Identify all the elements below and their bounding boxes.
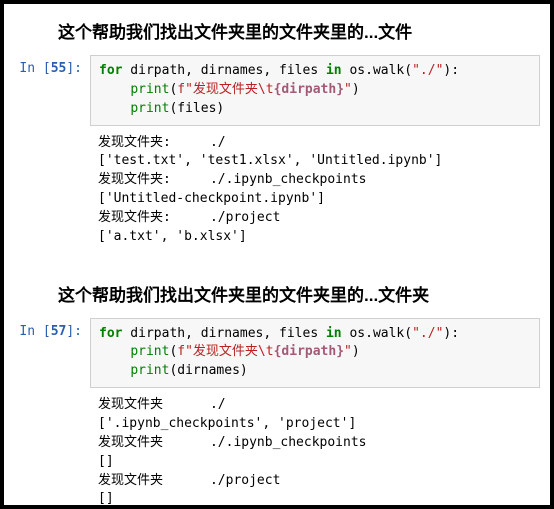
print1: print [130,82,169,97]
p1close: ) [352,82,360,97]
fstr2: f"发现文件夹\t [177,344,273,359]
p1close-2: ) [352,344,360,359]
indent2 [99,101,130,116]
kw-for-2: for [99,326,122,341]
interp1: {dirpath} [274,82,344,97]
interp2: {dirpath} [274,344,344,359]
gap [14,251,540,275]
kw-in-2: in [326,326,342,341]
path-str: "./" [412,63,443,78]
section1-title: 这个帮助我们找出文件夹里的文件夹里的...文件 [58,18,540,43]
print2-2: print [130,363,169,378]
in-number: 55 [51,61,67,76]
fstr2c: " [344,344,352,359]
code-cell-2: In [57]: for dirpath, dirnames, files in… [14,318,540,389]
in-close-2: ]: [66,324,82,339]
vars-2: dirpath, dirnames, files [122,326,326,341]
indent2-2 [99,363,130,378]
p2arg-2: (dirnames) [169,363,247,378]
code-area-1[interactable]: for dirpath, dirnames, files in os.walk(… [90,55,540,126]
vars: dirpath, dirnames, files [122,63,326,78]
output-area-1: 发现文件夹: ./ ['test.txt', 'test1.xlsx', 'Un… [90,126,540,251]
os-walk: os.walk( [342,63,412,78]
section2-title: 这个帮助我们找出文件夹里的文件夹里的...文件夹 [58,281,540,306]
code-area-2[interactable]: for dirpath, dirnames, files in os.walk(… [90,318,540,389]
output-gutter-2: . [14,388,90,509]
in-prompt-2: In [57]: [14,318,90,389]
fstr1: f"发现文件夹\t [177,82,273,97]
in-close: ]: [66,61,82,76]
in-prompt-1: In [55]: [14,55,90,126]
page-frame: 这个帮助我们找出文件夹里的文件夹里的...文件 In [55]: for dir… [0,0,554,509]
close: ): [443,63,459,78]
path-str-2: "./" [412,326,443,341]
output-gutter-1: . [14,126,90,251]
kw-in: in [326,63,342,78]
fstr1c: " [344,82,352,97]
os-walk-2: os.walk( [342,326,412,341]
in-label-2: In [ [19,324,50,339]
indent1 [99,82,130,97]
output-row-1: . 发现文件夹: ./ ['test.txt', 'test1.xlsx', '… [14,126,540,251]
code-cell-1: In [55]: for dirpath, dirnames, files in… [14,55,540,126]
output-row-2: . 发现文件夹 ./ ['.ipynb_checkpoints', 'proje… [14,388,540,509]
print2: print [130,101,169,116]
output-area-2: 发现文件夹 ./ ['.ipynb_checkpoints', 'project… [90,388,540,509]
p2arg: (files) [169,101,224,116]
in-number-2: 57 [51,324,67,339]
indent1-2 [99,344,130,359]
close-2: ): [443,326,459,341]
in-label: In [ [19,61,50,76]
kw-for: for [99,63,122,78]
print1-2: print [130,344,169,359]
